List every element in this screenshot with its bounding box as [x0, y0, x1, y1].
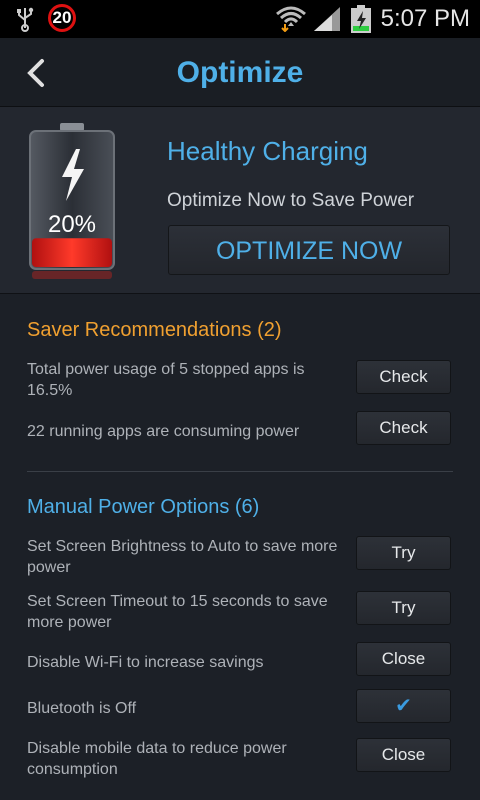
charging-status-title: Healthy Charging: [167, 136, 368, 166]
manual-power-options-title: Manual Power Options (6): [27, 496, 260, 518]
power-option-text: Set Screen Timeout to 15 seconds to save…: [27, 593, 328, 631]
saver-recommendations-title: Saver Recommendations (2): [27, 319, 282, 341]
try-button[interactable]: Try: [356, 591, 451, 625]
signal-icon: [314, 7, 340, 31]
page-title: Optimize: [176, 56, 304, 89]
power-option-text: Bluetooth is Off: [27, 700, 137, 717]
wifi-icon: [276, 6, 306, 32]
recommendation-text: 22 running apps are consuming power: [27, 423, 300, 440]
recommendation-text: Total power usage of 5 stopped apps is 1…: [27, 361, 305, 399]
power-option-text: Disable Wi-Fi to increase savings: [27, 654, 264, 671]
charging-status-subtitle: Optimize Now to Save Power: [167, 190, 415, 211]
clock: 5:07 PM: [380, 5, 470, 32]
check-button[interactable]: Check: [356, 411, 451, 445]
checkmark-icon[interactable]: ✔: [356, 689, 451, 723]
power-option-text: Disable mobile data to reduce power cons…: [27, 740, 287, 778]
try-button[interactable]: Try: [356, 536, 451, 570]
battery-status-panel: 20% Healthy Charging Optimize Now to Sav…: [0, 107, 480, 294]
power-option-text: Set Screen Brightness to Auto to save mo…: [27, 538, 338, 576]
status-bar: 20 5:07 PM: [0, 0, 480, 38]
close-button[interactable]: Close: [356, 738, 451, 772]
battery-level-icon: [29, 123, 115, 279]
battery-charging-icon: [351, 5, 371, 33]
notification-count-badge: 20: [48, 4, 76, 32]
check-button[interactable]: Check: [356, 360, 451, 394]
optimize-now-button[interactable]: OPTIMIZE NOW: [168, 225, 450, 275]
close-button[interactable]: Close: [356, 642, 451, 676]
battery-percent-label: 20%: [47, 211, 97, 238]
header: Optimize: [0, 38, 480, 107]
section-divider: [27, 471, 453, 472]
usb-icon: [17, 7, 34, 32]
